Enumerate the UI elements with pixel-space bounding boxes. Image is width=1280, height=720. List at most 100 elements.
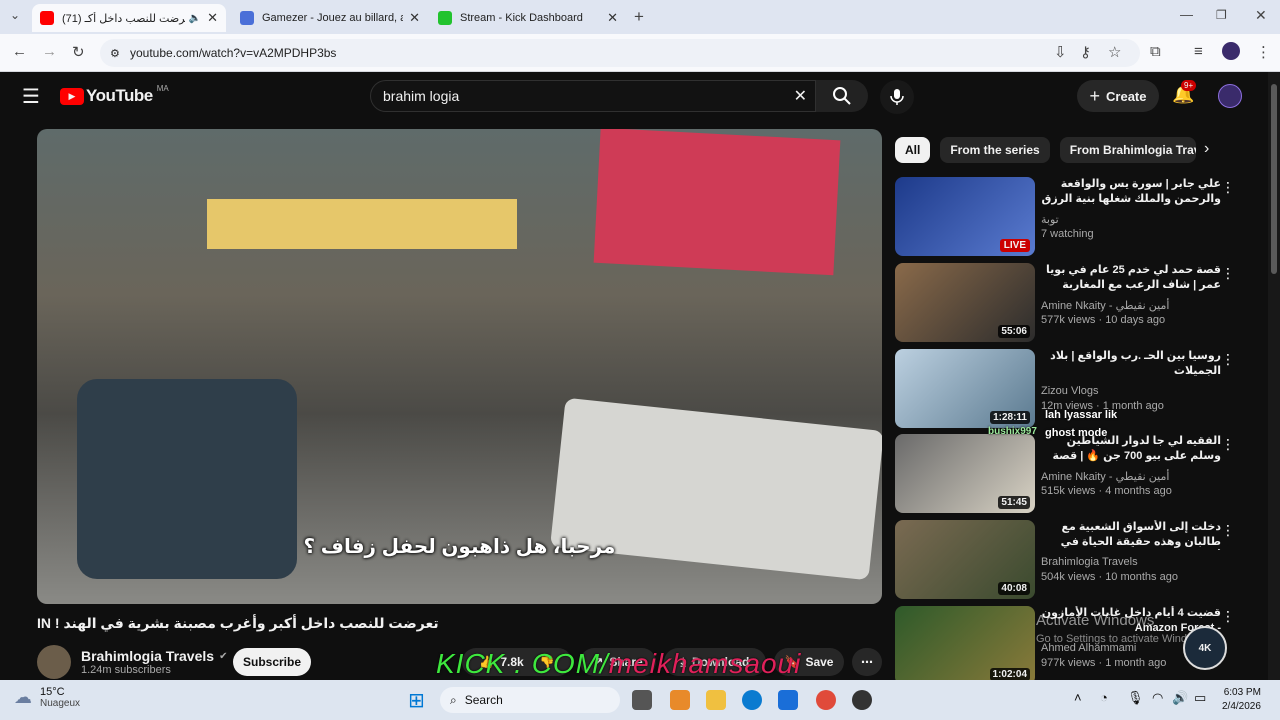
more-actions-button[interactable]: ⋯ [852, 648, 882, 676]
duration-badge: 55:06 [998, 325, 1030, 338]
weather-widget[interactable]: ☁ 15°C Nuageux [14, 686, 80, 709]
new-tab-icon[interactable]: + [634, 7, 644, 27]
recommendation-item[interactable]: 51:45 الفقيه لي جا لدوار الشياطين وسلم ع… [895, 434, 1265, 514]
file-explorer-icon[interactable] [706, 690, 726, 710]
battery-icon[interactable]: ▭ [1194, 690, 1206, 706]
extensions-icon[interactable]: ⧉ [1150, 43, 1161, 60]
copilot-icon[interactable] [670, 690, 690, 710]
windows-taskbar: ☁ 15°C Nuageux ⊞ ⌕ Search ˄ ◔ 🎙 ◠ 🔊 ▭ 6:… [0, 680, 1280, 720]
show-hidden-icons-icon[interactable]: ˄ [1074, 690, 1082, 705]
play-logo-icon: ▶ [60, 87, 84, 105]
profile-avatar-icon[interactable] [1222, 42, 1240, 60]
account-avatar[interactable] [1218, 84, 1242, 108]
more-vertical-icon[interactable]: ⋮ [1221, 522, 1235, 539]
recommendation-title[interactable]: روسيا بين الحـ .رب والواقع | بلاد الجميل… [1041, 349, 1221, 379]
recommendation-title[interactable]: دخلت إلى الأسواق الشعبية مع طالبان وهذه … [1041, 520, 1221, 550]
back-icon[interactable]: ← [12, 43, 27, 60]
install-icon[interactable]: ⇩ [1054, 43, 1067, 61]
site-info-icon[interactable]: ⚙ [110, 47, 120, 60]
recommendation-item[interactable]: 40:08 دخلت إلى الأسواق الشعبية مع طالبان… [895, 520, 1265, 600]
network-icon[interactable]: ◔ [1100, 690, 1108, 705]
video-thumbnail[interactable]: 51:45 [895, 434, 1035, 513]
bookmark-star-icon[interactable]: ☆ [1108, 43, 1121, 61]
tab-kick[interactable]: Stream - Kick Dashboard ✕ [430, 4, 626, 32]
store-icon[interactable] [778, 690, 798, 710]
recommendation-item[interactable]: 55:06 قصة حمد لي خدم 25 عام في بويا عمر … [895, 263, 1265, 343]
video-thumbnail[interactable]: 55:06 [895, 263, 1035, 342]
page-scrollbar[interactable] [1268, 72, 1280, 680]
obs-icon[interactable] [852, 690, 872, 710]
weather-text: Nuageux [40, 698, 81, 709]
search-input[interactable]: brahim logia ✕ [370, 80, 816, 112]
chevron-right-icon[interactable]: › [1204, 140, 1209, 158]
wifi-icon[interactable]: ◠ [1152, 690, 1163, 706]
speaker-icon: 🔈 [188, 12, 202, 24]
close-tab-icon[interactable]: ✕ [207, 10, 218, 26]
temperature: 15°C [40, 686, 65, 698]
more-vertical-icon[interactable]: ⋮ [1221, 265, 1235, 282]
reload-icon[interactable]: ↻ [72, 43, 85, 61]
task-view-icon[interactable] [632, 690, 652, 710]
video-thumbnail[interactable]: 1:02:04 [895, 606, 1035, 685]
recommendation-channel[interactable]: Brahimlogia Travels [1041, 556, 1138, 568]
4k-logo: 4K [1183, 626, 1227, 670]
taskbar-search[interactable]: ⌕ Search [440, 687, 620, 713]
microphone-tray-icon[interactable]: 🎙 [1127, 690, 1144, 706]
recommendation-title[interactable]: علي جابر | سورة يس والواقعة والرحمن والم… [1041, 177, 1221, 207]
forward-icon[interactable]: → [42, 43, 57, 60]
tab-gamezer[interactable]: Gamezer - Jouez au billard, au ✕ [232, 4, 428, 32]
youtube-logo[interactable]: ▶ YouTube MA [60, 84, 169, 106]
browser-menu-icon[interactable]: ⋮ [1256, 43, 1271, 61]
chip-all[interactable]: All [895, 137, 931, 163]
video-thumbnail[interactable]: LIVE [895, 177, 1035, 256]
more-vertical-icon[interactable]: ⋮ [1221, 436, 1235, 453]
close-tab-icon[interactable]: ✕ [409, 10, 420, 26]
volume-icon[interactable]: 🔊 [1172, 690, 1188, 706]
minimize-icon[interactable]: — [1180, 7, 1193, 22]
url-text: youtube.com/watch?v=vA2MPDHP3bs [130, 46, 337, 60]
clear-search-icon[interactable]: ✕ [794, 86, 807, 106]
close-tab-icon[interactable]: ✕ [607, 10, 618, 26]
password-key-icon[interactable]: ⚷ [1080, 43, 1091, 61]
recommendation-channel[interactable]: Zizou Vlogs [1041, 385, 1098, 397]
recommendation-item[interactable]: LIVE علي جابر | سورة يس والواقعة والرحمن… [895, 177, 1265, 257]
recommendation-meta: 515k views · 4 months ago [1041, 485, 1172, 497]
media-control-icon[interactable]: ≡ [1194, 43, 1203, 60]
recommendation-channel[interactable]: Amine Nkaity - أمين نقيطي [1041, 470, 1169, 483]
channel-avatar[interactable] [37, 645, 71, 679]
plus-icon: + [1089, 85, 1101, 106]
voice-search-button[interactable] [880, 80, 914, 114]
recommendation-channel[interactable]: توبة [1041, 213, 1059, 226]
chip-from-series[interactable]: From the series [940, 137, 1050, 163]
address-bar: ← → ↻ ⚙ youtube.com/watch?v=vA2MPDHP3bs … [0, 34, 1280, 72]
subscribe-button[interactable]: Subscribe [233, 648, 311, 676]
shop-sign-graphic [207, 199, 517, 249]
channel-name[interactable]: Brahimlogia Travels [81, 648, 214, 664]
video-thumbnail[interactable]: 1:28:11 [895, 349, 1035, 428]
more-vertical-icon[interactable]: ⋮ [1221, 351, 1235, 368]
video-player[interactable]: مرحبا، هل ذاهبون لحفل زفاف ؟ [37, 129, 882, 604]
search-button[interactable] [816, 80, 868, 112]
video-thumbnail[interactable]: 40:08 [895, 520, 1035, 599]
stream-username: bushix997 [988, 426, 1037, 437]
tab-search-icon[interactable]: ⌄ [10, 8, 20, 22]
more-vertical-icon[interactable]: ⋮ [1221, 608, 1235, 625]
chrome-icon[interactable] [816, 690, 836, 710]
tab-youtube[interactable]: (71) تعرضت للنصب داخل أكـ 🔈 ✕ [32, 4, 226, 32]
notifications-button[interactable]: 🔔 9+ [1172, 80, 1197, 105]
chip-from-channel[interactable]: From Brahimlogia Travels [1059, 137, 1196, 163]
recommendation-title[interactable]: قصة حمد لي خدم 25 عام في بويا عمر | شاف … [1041, 263, 1221, 293]
url-field[interactable]: ⚙ youtube.com/watch?v=vA2MPDHP3bs [100, 39, 1140, 67]
create-button[interactable]: + Create [1077, 80, 1159, 112]
restore-icon[interactable]: ❐ [1216, 8, 1227, 22]
video-title: تعرضت للنصب داخل أكبر وأغرب مصبنة بشرية … [37, 615, 439, 631]
edge-icon[interactable] [742, 690, 762, 710]
scrollbar-thumb[interactable] [1271, 84, 1277, 274]
windows-start-icon[interactable]: ⊞ [408, 688, 425, 713]
clock[interactable]: 6:03 PM 2/4/2026 [1222, 686, 1261, 714]
close-window-icon[interactable]: ✕ [1255, 7, 1267, 24]
clock-time: 6:03 PM [1223, 687, 1261, 698]
hamburger-menu-icon[interactable]: ☰ [22, 84, 40, 109]
recommendation-channel[interactable]: Amine Nkaity - أمين نقيطي [1041, 299, 1169, 312]
more-vertical-icon[interactable]: ⋮ [1221, 179, 1235, 196]
